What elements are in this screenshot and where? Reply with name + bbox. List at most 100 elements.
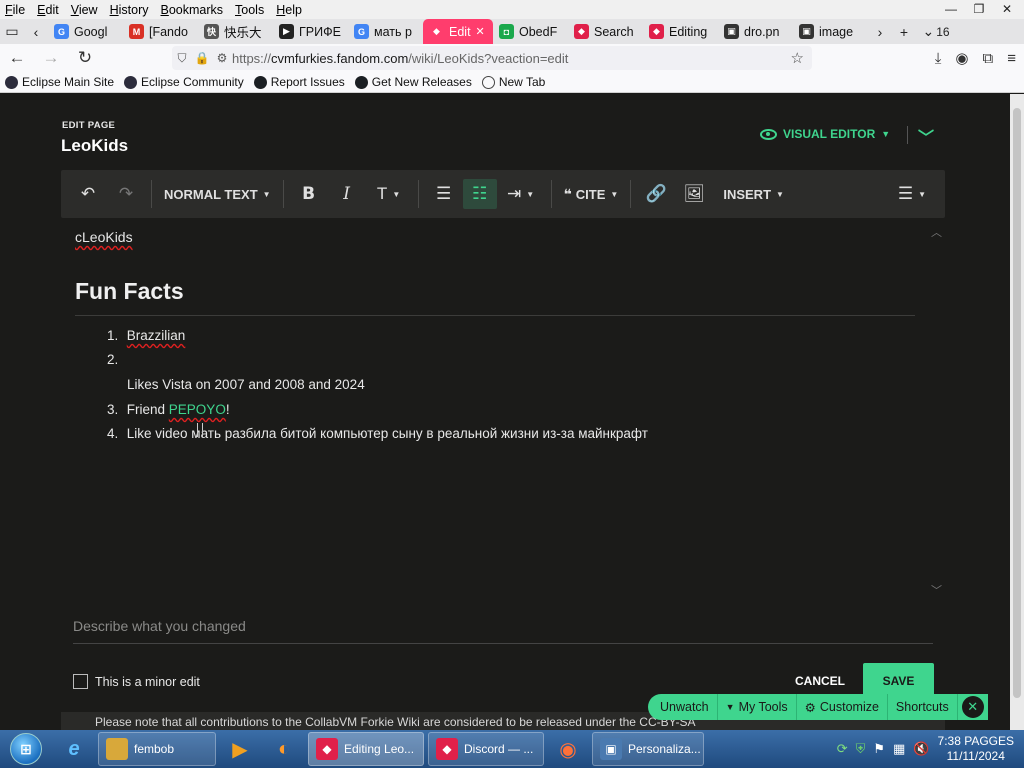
close-window-icon[interactable]: ✕ — [994, 0, 1020, 17]
menu-bookmarks[interactable]: Bookmarks — [155, 3, 230, 17]
extensions-icon[interactable]: ⧉ — [983, 50, 994, 67]
collapse-chevron-icon[interactable]: ﹀ — [918, 124, 934, 148]
task-explorer[interactable]: fembob — [98, 732, 216, 766]
image-icon[interactable]: 🖼 — [675, 170, 713, 218]
tab[interactable]: ▣ dro.pn — [718, 19, 793, 44]
minor-edit-option[interactable]: This is a minor edit — [73, 674, 200, 689]
paragraph-format-dropdown[interactable]: NORMAL TEXT ▼ — [158, 170, 277, 218]
tab[interactable]: G Googl — [48, 19, 123, 44]
tab-active[interactable]: ◆ Edit ✕ — [423, 19, 493, 44]
volume-muted-icon[interactable]: 🔇 — [913, 741, 929, 757]
task-personalization[interactable]: ▣ Personaliza... — [592, 732, 704, 766]
numbered-list-icon[interactable]: ☷ — [462, 179, 497, 209]
tab-list-icon[interactable]: ⌄ 16 — [916, 19, 956, 44]
account-icon[interactable]: ◉ — [955, 49, 968, 67]
flag-icon[interactable]: ⚑ — [873, 741, 885, 757]
unwatch-button[interactable]: Unwatch — [648, 694, 718, 720]
network-icon[interactable]: ▦ — [893, 741, 905, 757]
list-item: 3. Friend PEPOYO! — [107, 402, 230, 417]
bookmark-report-issues[interactable]: Report Issues — [249, 75, 350, 89]
menu-edit[interactable]: Edit — [31, 3, 65, 17]
link-icon[interactable]: 🔗 — [637, 170, 675, 218]
tab[interactable]: 快快乐大 — [198, 19, 273, 44]
italic-icon[interactable]: I — [328, 170, 366, 218]
lock-icon[interactable]: 🔒 — [192, 51, 212, 65]
eclipse-icon — [124, 75, 138, 89]
tab-scroll-right-icon[interactable]: › — [868, 19, 892, 44]
menu-help[interactable]: Help — [270, 3, 308, 17]
app-menu-icon[interactable]: ≡ — [1007, 50, 1016, 67]
bookmark-star-icon[interactable]: ☆ — [791, 49, 804, 67]
tab-overview-icon[interactable]: ▭ — [0, 19, 24, 44]
tab-label: Googl — [74, 24, 108, 39]
close-icon[interactable]: ✕ — [961, 696, 984, 718]
wiki-link[interactable]: PEPOYO — [169, 402, 226, 417]
tab[interactable]: ◘ ObedF — [493, 19, 568, 44]
indent-dropdown[interactable]: ⇥ ▼ — [497, 170, 545, 218]
tab[interactable]: ▣ image — [793, 19, 868, 44]
menu-view[interactable]: View — [65, 3, 104, 17]
bookmark-eclipse-main[interactable]: Eclipse Main Site — [0, 75, 119, 89]
media-player-icon[interactable]: ▶ — [218, 732, 262, 766]
text-style-dropdown[interactable]: T ▼ — [366, 170, 412, 218]
permissions-icon[interactable]: ⚙ — [212, 51, 232, 65]
clock[interactable]: 7:38 PAGGES 11/11/2024 — [938, 734, 1014, 764]
edit-summary-input[interactable]: Describe what you changed — [73, 618, 933, 644]
minimize-icon[interactable]: — — [938, 0, 964, 17]
task-firefox-editing[interactable]: ◆ Editing Leo... — [308, 732, 424, 766]
security-icon[interactable]: ⛨ — [856, 741, 866, 757]
editor-surface[interactable]: ︿ cLeoKids Fun Facts 1. Brazzilian 2. Li… — [61, 224, 945, 597]
close-tab-icon[interactable]: ✕ — [476, 25, 485, 38]
tab[interactable]: Gмать р — [348, 19, 423, 44]
forward-icon[interactable]: → — [34, 44, 68, 72]
tab-label: [Fando — [149, 24, 188, 39]
visual-editor-switch[interactable]: VISUAL EDITOR ▼ — [760, 127, 890, 141]
tab-scroll-left-icon[interactable]: ‹ — [24, 19, 48, 44]
shield-icon[interactable]: ⛉ — [172, 51, 192, 66]
cite-dropdown[interactable]: ❝ CITE ▼ — [558, 170, 625, 218]
task-discord[interactable]: ◆ Discord — ... — [428, 732, 544, 766]
scroll-up-icon[interactable]: ︿ — [931, 224, 942, 240]
network-sync-icon[interactable]: ⟳ — [837, 741, 848, 757]
start-button[interactable]: ⊞ — [0, 730, 52, 768]
bold-icon[interactable]: B — [290, 170, 328, 218]
more-menu-icon[interactable]: ☰ ▼ — [893, 170, 931, 218]
menu-file[interactable]: File — [0, 3, 31, 17]
insert-dropdown[interactable]: INSERT ▼ — [713, 170, 794, 218]
uc-browser-icon[interactable]: ◐ — [262, 732, 306, 766]
reload-icon[interactable]: ↻ — [68, 44, 102, 72]
caret-down-icon: ▼ — [610, 189, 619, 199]
tab-favicon-icon: ◆ — [649, 24, 664, 39]
bookmark-get-new-releases[interactable]: Get New Releases — [350, 75, 477, 89]
scrollbar-thumb[interactable] — [1013, 108, 1021, 698]
new-tab-icon[interactable]: + — [892, 19, 916, 44]
my-tools-button[interactable]: ▼ My Tools — [718, 694, 797, 720]
menu-tools[interactable]: Tools — [229, 3, 270, 17]
tab[interactable]: ◆ Search — [568, 19, 643, 44]
minor-edit-checkbox[interactable] — [73, 674, 88, 689]
tab[interactable]: ◆ Editing — [643, 19, 718, 44]
bullet-list-icon[interactable]: ☰ — [425, 170, 463, 218]
internet-explorer-icon[interactable]: e — [52, 732, 96, 766]
undo-icon[interactable]: ↶ — [69, 170, 107, 218]
url-text: https://cvmfurkies.fandom.com/wiki/LeoKi… — [232, 50, 569, 66]
bookmark-new-tab[interactable]: New Tab — [477, 75, 550, 89]
fandom-icon: ◆ — [316, 738, 338, 760]
tab[interactable]: M [Fando — [123, 19, 198, 44]
maximize-icon[interactable]: ❐ — [966, 0, 992, 17]
tab[interactable]: ▶ ГРИФЕ — [273, 19, 348, 44]
page-scrollbar[interactable] — [1010, 94, 1024, 730]
back-icon[interactable]: ← — [0, 44, 34, 72]
page-viewport: EDIT PAGE LeoKids VISUAL EDITOR ▼ ﹀ ↶ ↷ … — [0, 94, 1024, 730]
cancel-button[interactable]: CANCEL — [795, 674, 845, 688]
url-bar[interactable]: ⛉ 🔒 ⚙ https://cvmfurkies.fandom.com/wiki… — [172, 46, 812, 70]
divider — [282, 180, 284, 208]
scroll-down-icon[interactable]: ﹀ — [931, 582, 942, 598]
download-icon[interactable]: ⤓ — [935, 50, 942, 67]
shortcuts-button[interactable]: Shortcuts — [888, 694, 958, 720]
bookmark-eclipse-community[interactable]: Eclipse Community — [119, 75, 249, 89]
customize-button[interactable]: ⚙ Customize — [797, 694, 888, 720]
firefox-icon[interactable]: ◉ — [546, 732, 590, 766]
menu-history[interactable]: History — [104, 3, 155, 17]
redo-icon[interactable]: ↷ — [107, 170, 145, 218]
